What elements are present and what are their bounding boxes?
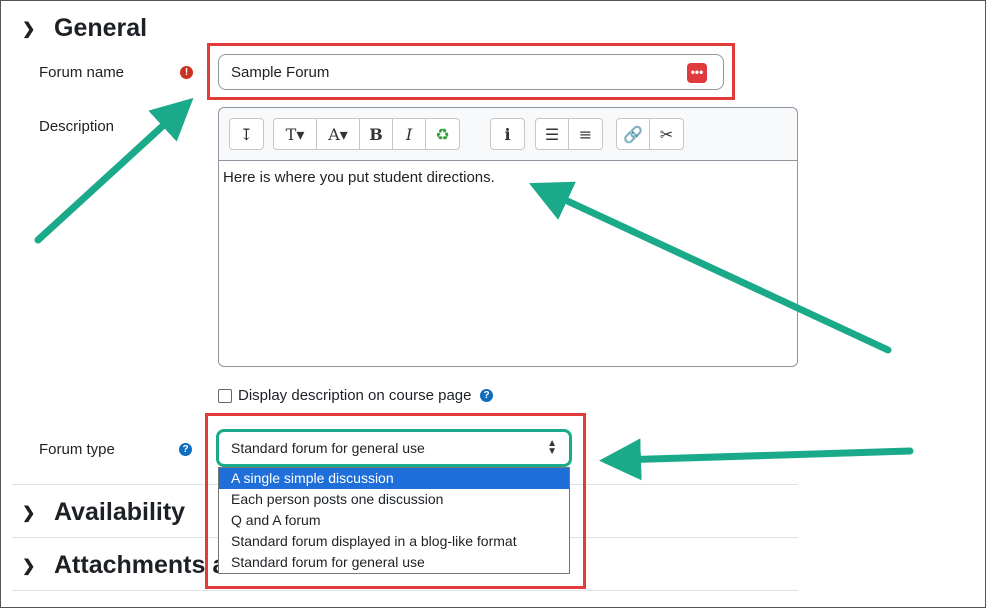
annotation-arrows (34, 97, 914, 481)
arrow-to-description (528, 181, 892, 354)
arrow-to-forum-type (599, 438, 914, 481)
arrow-to-forum-name (34, 97, 194, 244)
